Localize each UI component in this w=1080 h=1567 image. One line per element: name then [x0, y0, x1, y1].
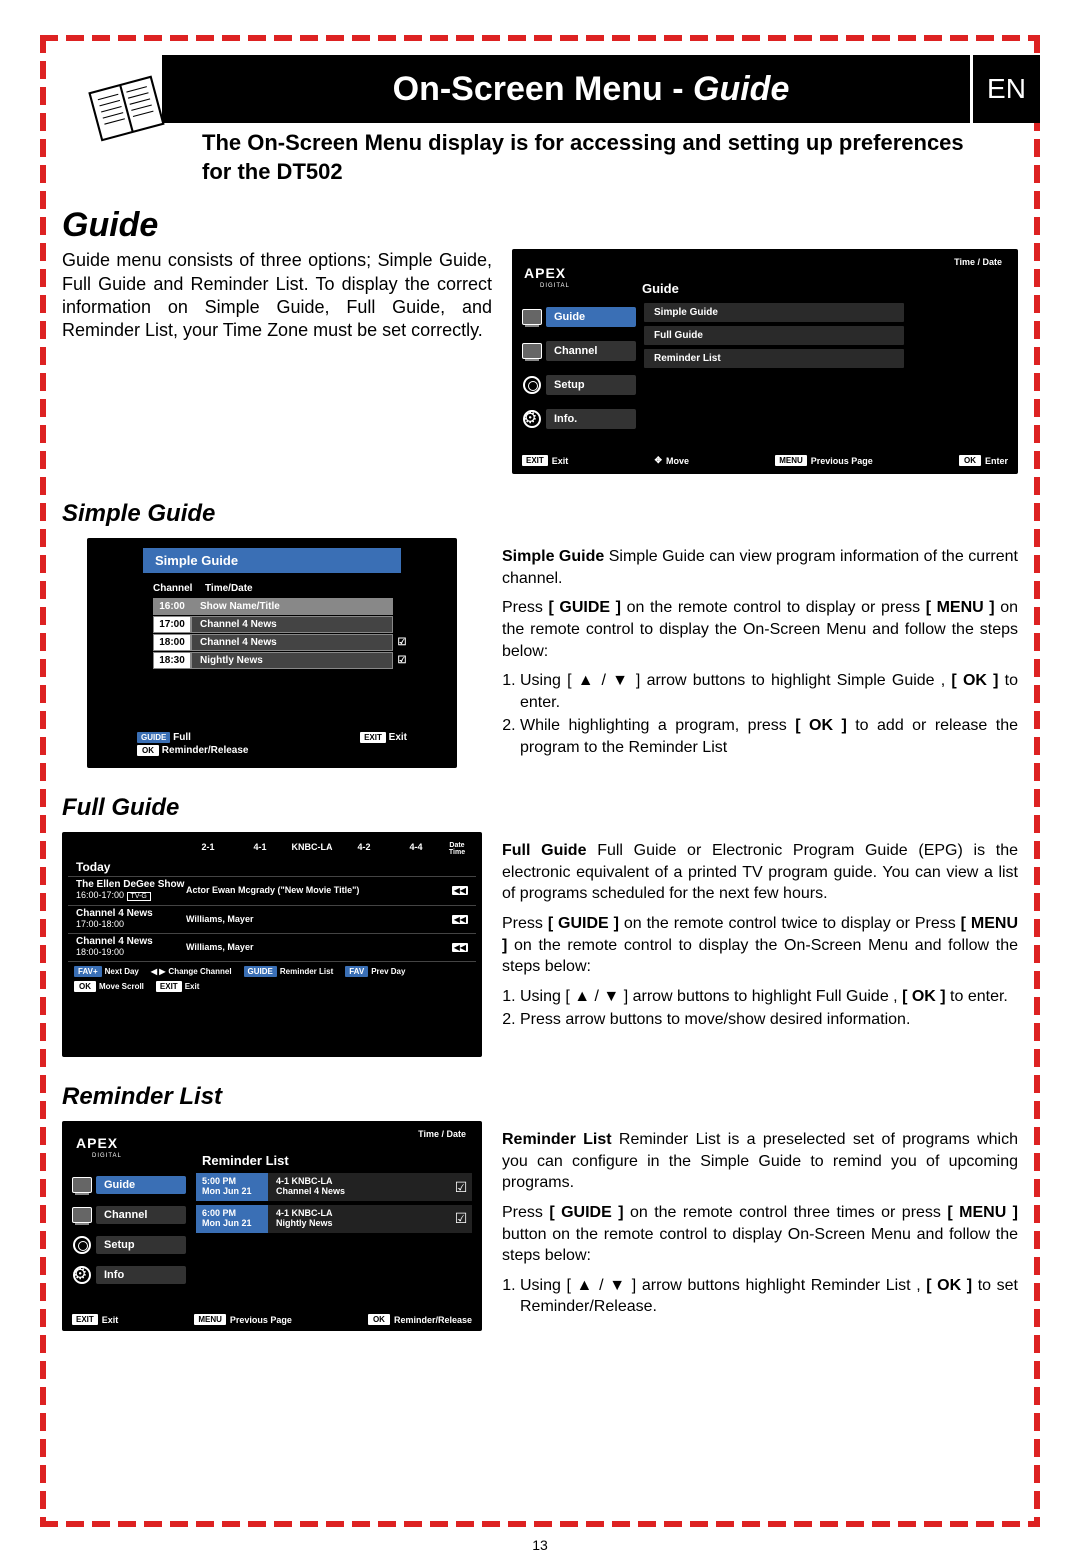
reminder-p2: Press [ GUIDE ] on the remote control th… — [502, 1202, 1018, 1267]
menu-header: Reminder List — [202, 1153, 289, 1168]
channel-col: KNBC-LA — [286, 842, 338, 856]
reminder-item[interactable]: 5:00 PMMon Jun 214-1 KNBC-LAChannel 4 Ne… — [196, 1173, 472, 1201]
screenshot-reminder-list: Time / Date APEX DIGITAL Reminder List G… — [62, 1121, 482, 1331]
channel-col: 4-4 — [390, 842, 442, 856]
screenshot-simple-guide: Simple Guide ChannelTime/Date 16:00Show … — [87, 538, 457, 768]
section-heading-simple: Simple Guide — [62, 500, 1018, 528]
time-date-label: Time / Date — [954, 257, 1002, 267]
page-number: 13 — [0, 1537, 1080, 1553]
program-row[interactable]: Channel 4 News18:00-19:00Williams, Mayer… — [68, 933, 476, 961]
menu-item-setup[interactable]: Setup — [518, 369, 636, 401]
page-frame: On-Screen Menu - Guide EN The On-Screen … — [40, 35, 1040, 1527]
channel-col: 4-1 — [234, 842, 286, 856]
channel-col: 2-1 — [182, 842, 234, 856]
brand-sublogo: DIGITAL — [92, 1153, 122, 1159]
simple-steps: Using [ ▲ / ▼ ] arrow buttons to highlig… — [502, 670, 1018, 758]
guide-intro-text: Guide menu consists of three options; Si… — [62, 249, 492, 343]
program-row[interactable]: Channel 4 News17:00-18:00Williams, Mayer… — [68, 905, 476, 933]
brand-sublogo: DIGITAL — [540, 283, 570, 289]
section-heading-full: Full Guide — [62, 794, 1018, 822]
full-intro: Full Guide Full Guide or Electronic Prog… — [502, 840, 1018, 905]
screenshot-guide-menu: Time / Date APEX DIGITAL Guide GuideChan… — [512, 249, 1018, 474]
guide-row[interactable]: 18:30Nightly News☑ — [153, 652, 411, 669]
channel-col: 4-2 — [338, 842, 390, 856]
menu-header: Guide — [642, 281, 679, 296]
guide-row[interactable]: 18:00Channel 4 News☑ — [153, 634, 411, 651]
page-subtitle: The On-Screen Menu display is for access… — [202, 129, 988, 186]
brand-logo: APEX — [524, 265, 566, 281]
full-steps: Using [ ▲ / ▼ ] arrow buttons to highlig… — [502, 986, 1018, 1031]
screenshot-full-guide: 2-14-1KNBC-LA4-24-4Date Time Today The E… — [62, 832, 482, 1057]
menu-item-channel[interactable]: Channel — [518, 335, 636, 367]
simple-guide-title: Simple Guide — [143, 548, 401, 573]
menu-item-info[interactable]: Info. — [518, 403, 636, 435]
time-date-label: Time / Date — [418, 1129, 466, 1139]
reminder-steps: Using [ ▲ / ▼ ] arrow buttons highlight … — [502, 1275, 1018, 1318]
reminder-intro: Reminder List Reminder List is a presele… — [502, 1129, 1018, 1194]
simple-intro: Simple Guide Simple Guide can view progr… — [502, 546, 1018, 589]
menu-item-channel[interactable]: Channel — [68, 1201, 186, 1229]
section-heading-reminder: Reminder List — [62, 1083, 1018, 1111]
menu-item-setup[interactable]: Setup — [68, 1231, 186, 1259]
brand-logo: APEX — [76, 1135, 118, 1151]
menu-item-guide[interactable]: Guide — [68, 1171, 186, 1199]
submenu-item[interactable]: Full Guide — [644, 326, 904, 345]
page-header: On-Screen Menu - Guide EN — [162, 55, 1040, 123]
lang-badge: EN — [970, 55, 1040, 123]
section-heading-guide: Guide — [62, 206, 1018, 245]
menu-item-guide[interactable]: Guide — [518, 301, 636, 333]
page-title: On-Screen Menu - Guide — [182, 70, 1040, 109]
reminder-item[interactable]: 6:00 PMMon Jun 214-1 KNBC-LANightly News… — [196, 1205, 472, 1233]
menu-item-info[interactable]: Info — [68, 1261, 186, 1289]
submenu-item[interactable]: Simple Guide — [644, 303, 904, 322]
simple-p2: Press [ GUIDE ] on the remote control to… — [502, 597, 1018, 662]
full-p2: Press [ GUIDE ] on the remote control tw… — [502, 913, 1018, 978]
submenu-item[interactable]: Reminder List — [644, 349, 904, 368]
guide-row[interactable]: 16:00Show Name/Title — [153, 598, 411, 615]
program-row[interactable]: The Ellen DeGee Show16:00-17:00 TV-GActo… — [68, 876, 476, 905]
today-label: Today — [68, 858, 476, 876]
guide-row[interactable]: 17:00Channel 4 News — [153, 616, 411, 633]
